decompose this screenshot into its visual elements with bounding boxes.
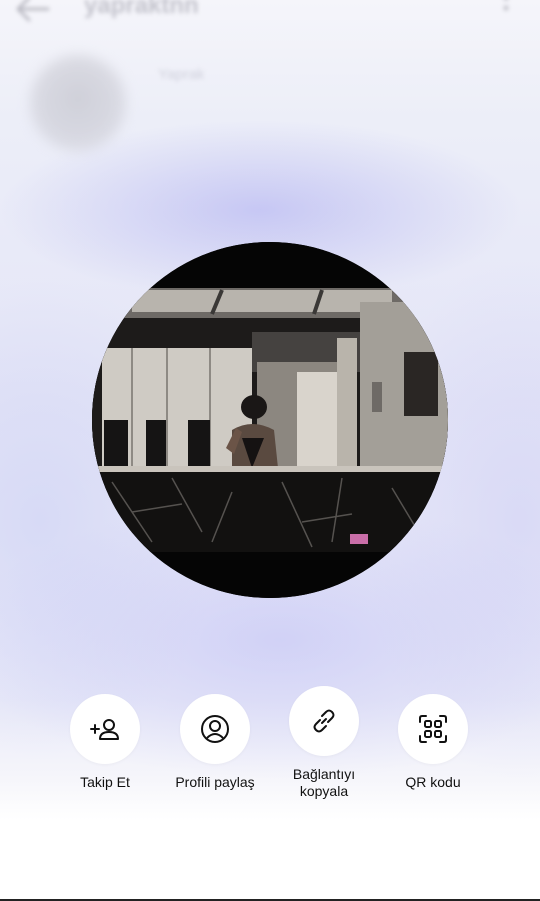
profile-photo-enlarged bbox=[92, 242, 448, 598]
follow-button[interactable]: Takip Et bbox=[50, 694, 160, 791]
qr-code-button-circle[interactable] bbox=[398, 694, 468, 764]
add-person-icon bbox=[90, 719, 119, 740]
copy-link-button-circle[interactable] bbox=[289, 686, 359, 756]
blurred-profile-header: yapraktnn Yaprak bbox=[0, 0, 540, 160]
link-icon bbox=[313, 709, 335, 733]
share-profile-button-circle[interactable] bbox=[180, 694, 250, 764]
more-vertical-icon bbox=[503, 0, 509, 11]
profile-actions-row: Takip Et Profili paylaş Bağlantıyı kopya… bbox=[0, 680, 540, 810]
follow-button-circle[interactable] bbox=[70, 694, 140, 764]
copy-link-label: Bağlantıyı kopyala bbox=[292, 766, 356, 799]
profile-display-name: Yaprak bbox=[158, 66, 205, 83]
share-profile-button[interactable]: Profili paylaş bbox=[160, 694, 270, 791]
profile-username: yapraktnn bbox=[84, 0, 199, 19]
qr-code-label: QR kodu bbox=[405, 774, 461, 790]
more-options-button[interactable] bbox=[502, 0, 510, 22]
back-arrow-icon bbox=[16, 0, 50, 22]
share-profile-label: Profili paylaş bbox=[175, 774, 255, 790]
qr-code-icon bbox=[419, 715, 447, 743]
back-button[interactable] bbox=[12, 0, 52, 24]
follow-label: Takip Et bbox=[80, 774, 130, 790]
copy-link-button[interactable]: Bağlantıyı kopyala bbox=[269, 686, 379, 800]
header-avatar bbox=[30, 55, 126, 151]
qr-code-button[interactable]: QR kodu bbox=[378, 694, 488, 791]
profile-circle-icon bbox=[201, 715, 229, 743]
